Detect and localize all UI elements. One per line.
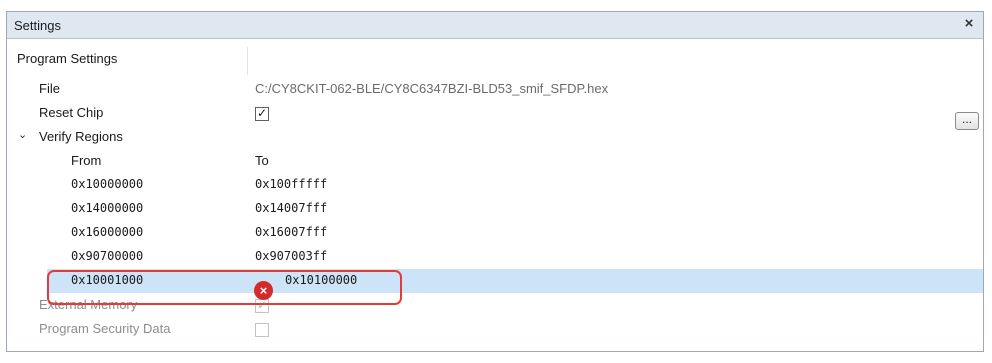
to-header: To bbox=[255, 153, 269, 168]
region-row[interactable]: 0x10000000 0x100fffff bbox=[7, 173, 983, 197]
region-row[interactable]: 0x90700000 0x907003ff bbox=[7, 245, 983, 269]
panel-title: Settings bbox=[14, 18, 61, 33]
region-to[interactable]: 0x907003ff bbox=[255, 249, 327, 263]
program-security-checkbox[interactable] bbox=[255, 323, 269, 337]
region-to[interactable]: 0x100fffff bbox=[255, 177, 327, 191]
verify-regions-row[interactable]: ⌄ Verify Regions bbox=[7, 125, 983, 149]
close-icon[interactable]: × bbox=[961, 16, 977, 32]
reset-chip-label: Reset Chip bbox=[39, 105, 104, 120]
file-row[interactable]: File C:/CY8CKIT-062-BLE/CY8C6347BZI-BLD5… bbox=[7, 77, 983, 101]
region-to[interactable]: 0x14007fff bbox=[255, 201, 327, 215]
region-from[interactable]: 0x16000000 bbox=[71, 225, 143, 239]
region-from[interactable]: 0x90700000 bbox=[71, 249, 143, 263]
region-row[interactable]: 0x14000000 0x14007fff bbox=[7, 197, 983, 221]
reset-chip-row[interactable]: Reset Chip ✓ bbox=[7, 101, 983, 125]
region-row[interactable]: 0x16000000 0x16007fff bbox=[7, 221, 983, 245]
chevron-down-icon[interactable]: ⌄ bbox=[18, 128, 27, 141]
file-label: File bbox=[39, 81, 60, 96]
program-settings-row: Program Settings bbox=[7, 47, 983, 71]
program-security-row[interactable]: Program Security Data bbox=[7, 317, 983, 341]
check-icon: ✓ bbox=[257, 106, 268, 120]
program-security-label: Program Security Data bbox=[39, 321, 171, 336]
browse-button[interactable]: ... bbox=[955, 112, 979, 130]
reset-chip-checkbox[interactable]: ✓ bbox=[255, 106, 269, 121]
error-highlight-box bbox=[47, 270, 402, 305]
program-settings-label: Program Settings bbox=[17, 51, 118, 66]
region-from[interactable]: 0x14000000 bbox=[71, 201, 143, 215]
verify-regions-label: Verify Regions bbox=[39, 129, 123, 144]
settings-titlebar: Settings × bbox=[7, 12, 983, 39]
region-from[interactable]: 0x10000000 bbox=[71, 177, 143, 191]
from-header: From bbox=[71, 153, 102, 168]
region-to[interactable]: 0x16007fff bbox=[255, 225, 327, 239]
regions-header-row: From To bbox=[7, 149, 983, 173]
file-path-value[interactable]: C:/CY8CKIT-062-BLE/CY8C6347BZI-BLD53_smi… bbox=[255, 81, 608, 96]
